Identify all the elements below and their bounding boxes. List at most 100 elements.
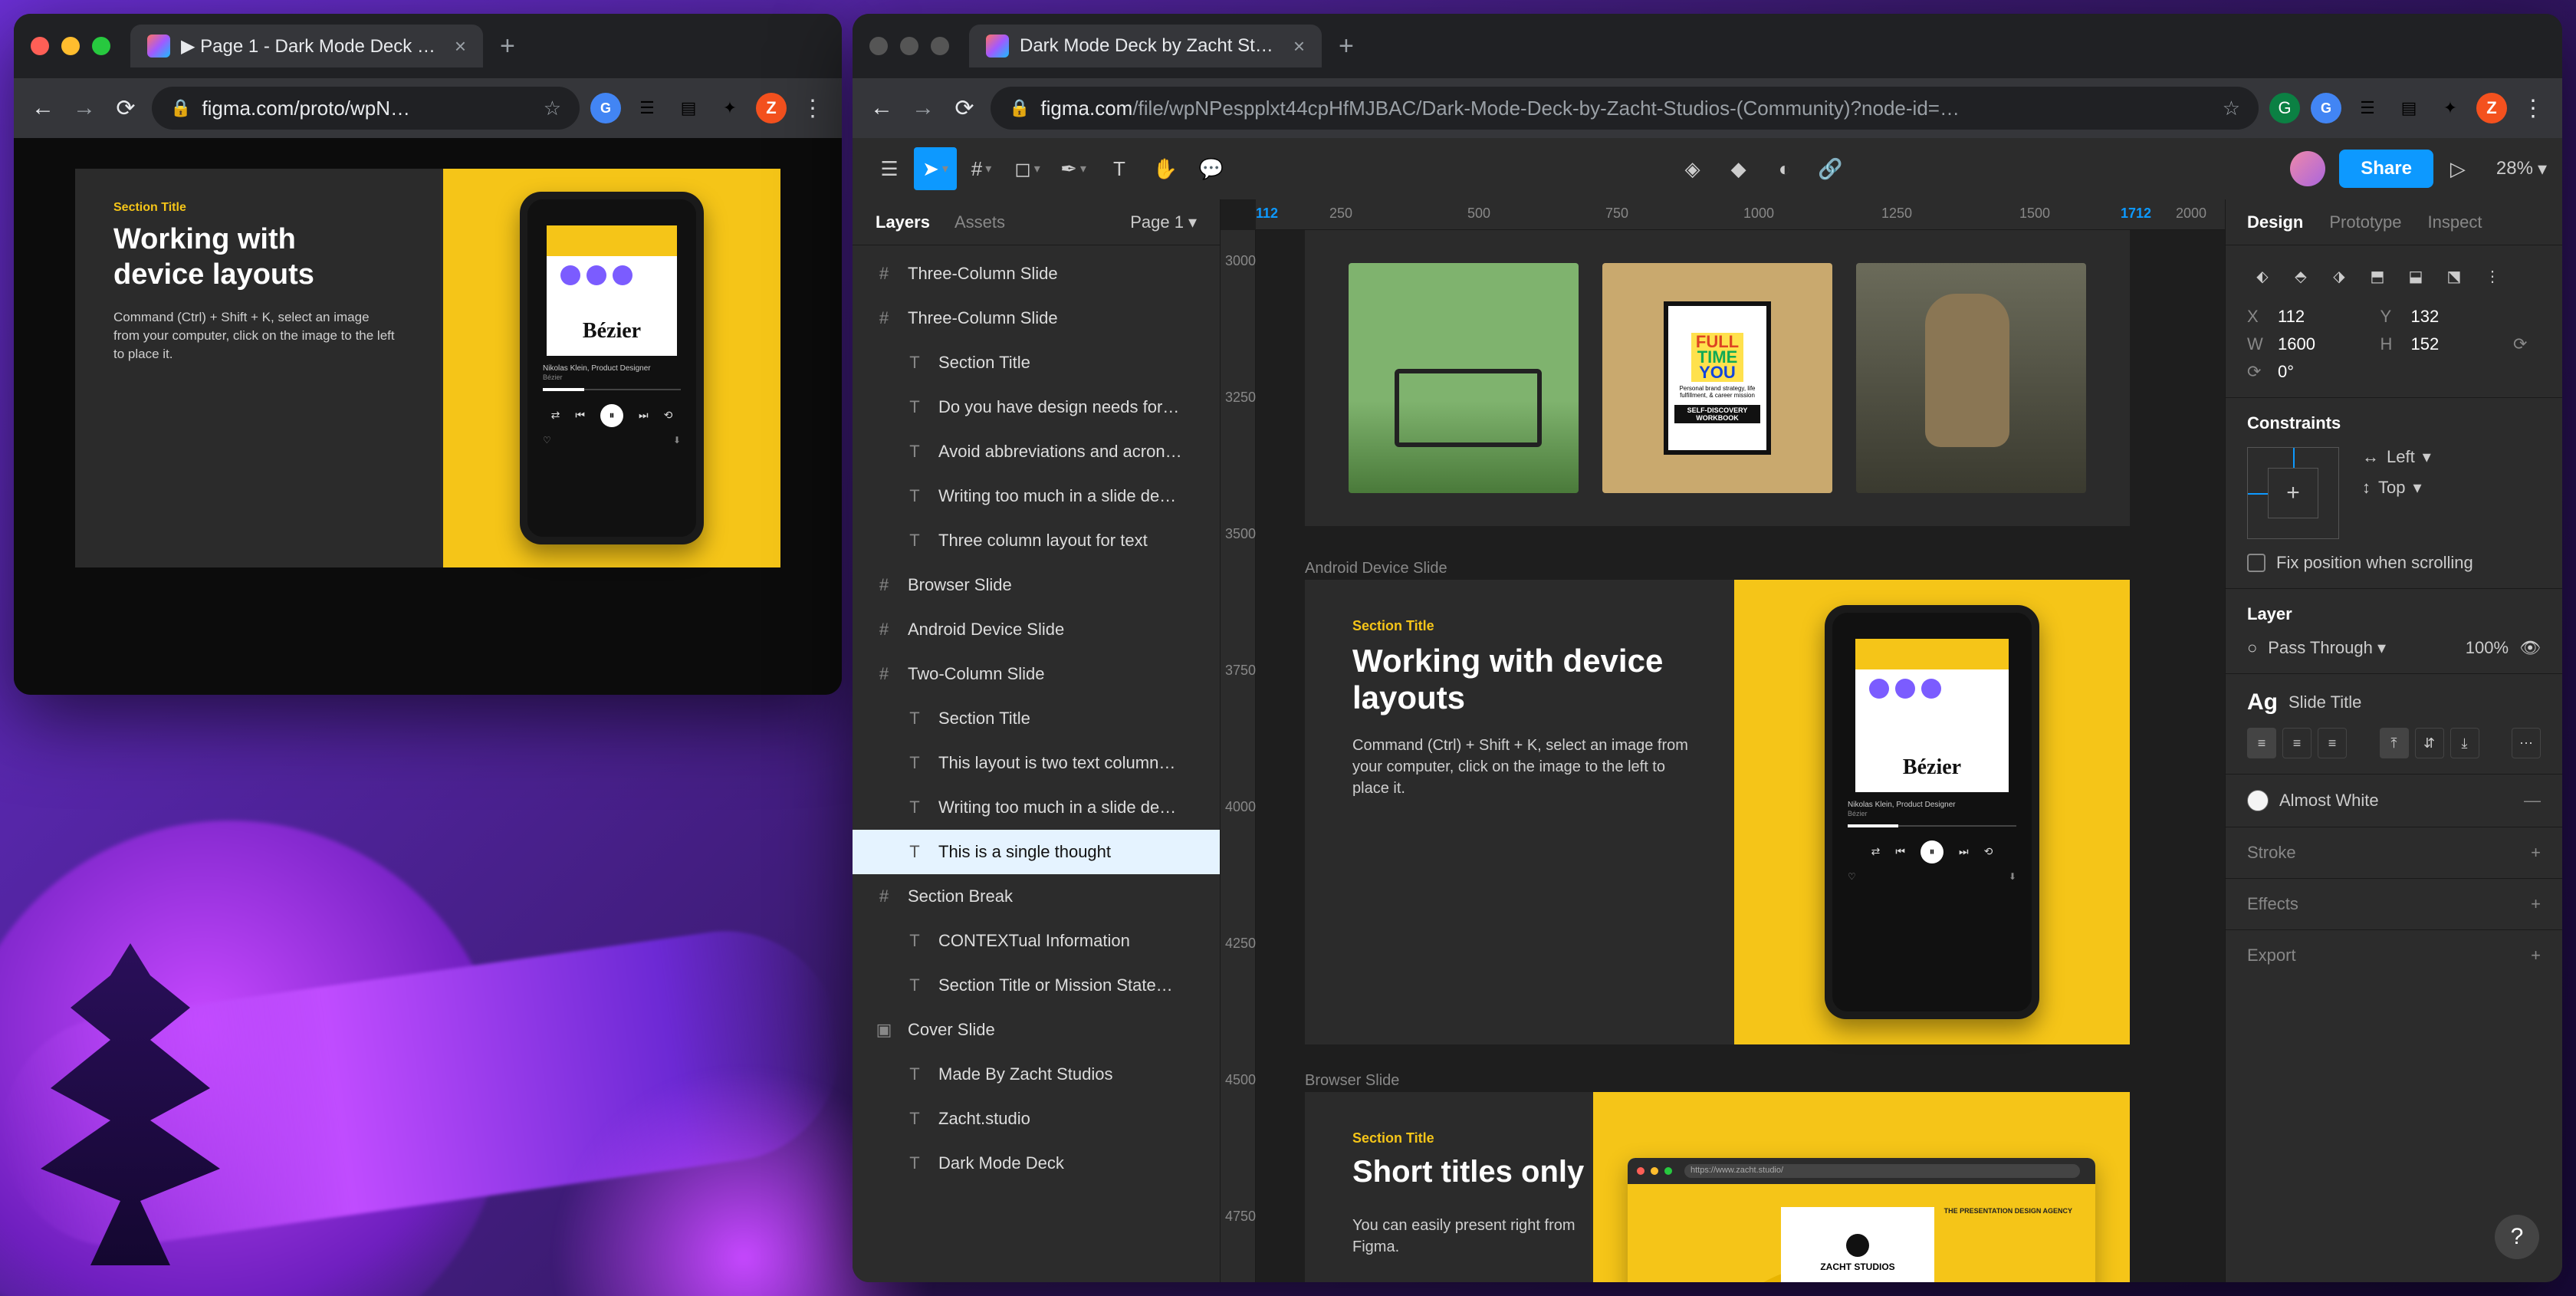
add-effect-icon[interactable]: + (2531, 894, 2541, 914)
hand-tool-icon[interactable]: ✋ (1144, 147, 1187, 190)
forward-icon[interactable]: → (908, 93, 938, 123)
frame-label-android[interactable]: Android Device Slide (1305, 560, 1447, 577)
omnibox[interactable]: 🔒 figma.com/proto/wpN… ☆ (152, 87, 580, 130)
layer-row[interactable]: #Two-Column Slide (853, 652, 1220, 696)
rotation-value[interactable]: 0° (2278, 362, 2371, 382)
forward-icon[interactable]: → (69, 93, 100, 123)
back-icon[interactable]: ← (866, 93, 897, 123)
layer-row[interactable]: TMade By Zacht Studios (853, 1052, 1220, 1097)
frame-browser-slide[interactable]: Section Title Short titles only You can … (1305, 1092, 2130, 1282)
layer-row[interactable]: #Three-Column Slide (853, 252, 1220, 296)
add-export-icon[interactable]: + (2531, 946, 2541, 965)
layer-row[interactable]: TCONTEXTual Information (853, 919, 1220, 963)
boolean-icon[interactable]: ◐ (1763, 147, 1806, 190)
layer-row[interactable]: #Browser Slide (853, 563, 1220, 607)
close-dot[interactable] (31, 37, 49, 55)
prototype-tab[interactable]: Prototype (2329, 212, 2401, 232)
text-style-name[interactable]: Slide Title (2288, 692, 2361, 712)
zoom-dropdown[interactable]: 28%▾ (2496, 158, 2547, 180)
shape-tool-icon[interactable]: ◻▾ (1006, 147, 1049, 190)
text-align-left-icon[interactable]: ≡ (2247, 728, 2276, 758)
traffic-lights[interactable] (31, 37, 110, 55)
layer-row[interactable]: ▣Cover Slide (853, 1008, 1220, 1052)
inspect-tab[interactable]: Inspect (2428, 212, 2482, 232)
align-bottom-icon[interactable]: ⬔ (2439, 261, 2469, 291)
y-value[interactable]: 132 (2411, 307, 2505, 327)
layer-row[interactable]: TDo you have design needs for… (853, 385, 1220, 429)
x-value[interactable]: 112 (2278, 307, 2371, 327)
h-value[interactable]: 152 (2411, 334, 2505, 354)
link-wh-icon[interactable]: ⟳ (2513, 334, 2541, 354)
text-more-icon[interactable]: ⋯ (2512, 728, 2541, 758)
google-translate-ext-icon[interactable]: G (590, 93, 621, 123)
visibility-icon[interactable]: 👁 (2519, 638, 2541, 658)
fill-style-name[interactable]: Almost White (2279, 791, 2379, 811)
page-dropdown[interactable]: Page 1 ▾ (1130, 212, 1197, 232)
ext-icon-2[interactable]: ☰ (2352, 93, 2383, 123)
constraint-h-dropdown[interactable]: ↔ Left ▾ (2362, 447, 2431, 467)
text-valign-middle-icon[interactable]: ⇵ (2415, 728, 2444, 758)
traffic-lights-dim[interactable] (869, 37, 949, 55)
assets-tab[interactable]: Assets (955, 212, 1005, 232)
w-value[interactable]: 1600 (2278, 334, 2371, 354)
layer-row[interactable]: TSection Title (853, 340, 1220, 385)
text-tool-icon[interactable]: T (1098, 147, 1141, 190)
bookmark-star-icon[interactable]: ☆ (544, 97, 561, 120)
layer-row[interactable]: TWriting too much in a slide de… (853, 785, 1220, 830)
align-hcenter-icon[interactable]: ⬘ (2285, 261, 2316, 291)
canvas[interactable]: FULLTIMEYOU Personal brand strategy, lif… (1256, 230, 2225, 1282)
text-valign-top-icon[interactable]: ⤒ (2380, 728, 2409, 758)
layer-row[interactable]: TDark Mode Deck (853, 1141, 1220, 1186)
extensions-puzzle-icon[interactable]: ✦ (715, 93, 745, 123)
google-translate-ext-icon[interactable]: G (2311, 93, 2341, 123)
close-tab-icon[interactable]: × (455, 35, 466, 58)
component-icon[interactable]: ◈ (1671, 147, 1714, 190)
profile-avatar[interactable]: Z (756, 93, 787, 123)
align-vcenter-icon[interactable]: ⬓ (2400, 261, 2431, 291)
layer-row[interactable]: #Three-Column Slide (853, 296, 1220, 340)
present-icon[interactable]: ▷ (2436, 147, 2479, 190)
max-dot[interactable] (931, 37, 949, 55)
fill-swatch[interactable] (2247, 790, 2269, 811)
ext-icon-2[interactable]: ☰ (632, 93, 662, 123)
browser-tab-right[interactable]: Dark Mode Deck by Zacht Stud… × (969, 25, 1322, 67)
layer-row[interactable]: #Section Break (853, 874, 1220, 919)
remove-fill-icon[interactable]: — (2524, 791, 2541, 811)
text-align-center-icon[interactable]: ≡ (2282, 728, 2312, 758)
comment-tool-icon[interactable]: 💬 (1190, 147, 1233, 190)
layer-row[interactable]: TSection Title or Mission State… (853, 963, 1220, 1008)
fix-scroll-checkbox[interactable]: Fix position when scrolling (2247, 553, 2541, 573)
layer-row[interactable]: TThis is a single thought (853, 830, 1220, 874)
frame-label-browser[interactable]: Browser Slide (1305, 1072, 1399, 1090)
layer-row[interactable]: TThis layout is two text column… (853, 741, 1220, 785)
new-tab-icon[interactable]: + (500, 31, 515, 61)
opacity-value[interactable]: 100% (2466, 638, 2509, 658)
design-tab[interactable]: Design (2247, 212, 2303, 232)
layers-tab[interactable]: Layers (876, 212, 930, 232)
text-valign-bottom-icon[interactable]: ⤓ (2450, 728, 2479, 758)
help-icon[interactable]: ? (2495, 1215, 2539, 1259)
close-tab-icon[interactable]: × (1293, 35, 1305, 58)
menu-icon[interactable]: ☰ (868, 147, 911, 190)
bookmark-star-icon[interactable]: ☆ (2223, 97, 2240, 120)
browser-tab-left[interactable]: ▶ Page 1 - Dark Mode Deck by… × (130, 25, 483, 67)
align-right-icon[interactable]: ⬗ (2324, 261, 2354, 291)
grammarly-ext-icon[interactable]: G (2269, 93, 2300, 123)
layer-row[interactable]: TSection Title (853, 696, 1220, 741)
share-button[interactable]: Share (2339, 150, 2433, 188)
text-align-right-icon[interactable]: ≡ (2318, 728, 2347, 758)
reload-icon[interactable]: ⟳ (110, 93, 141, 123)
min-dot[interactable] (61, 37, 80, 55)
layer-row[interactable]: TAvoid abbreviations and acron… (853, 429, 1220, 474)
pen-tool-icon[interactable]: ✒▾ (1052, 147, 1095, 190)
kebab-menu-icon[interactable]: ⋮ (797, 93, 828, 123)
min-dot[interactable] (900, 37, 918, 55)
reload-icon[interactable]: ⟳ (949, 93, 980, 123)
layer-list[interactable]: #Three-Column Slide#Three-Column SlideTS… (853, 245, 1220, 1282)
extensions-puzzle-icon[interactable]: ✦ (2435, 93, 2466, 123)
omnibox[interactable]: 🔒 figma.com/file/wpNPespplxt44cpHfMJBAC/… (991, 87, 2259, 130)
align-top-icon[interactable]: ⬒ (2362, 261, 2393, 291)
layer-row[interactable]: #Android Device Slide (853, 607, 1220, 652)
kebab-menu-icon[interactable]: ⋮ (2518, 93, 2548, 123)
frame-tool-icon[interactable]: #▾ (960, 147, 1003, 190)
